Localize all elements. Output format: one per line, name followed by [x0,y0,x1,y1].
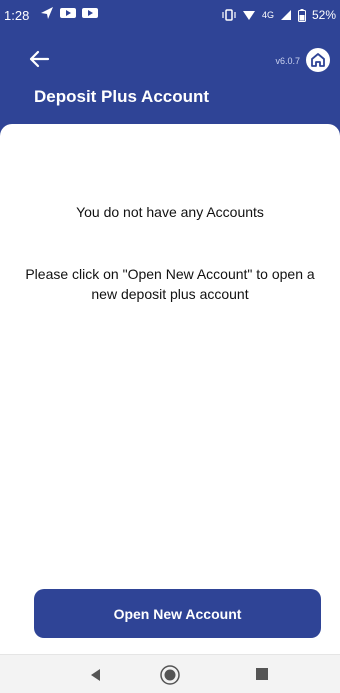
battery-percent: 52% [311,8,336,22]
empty-state-instruction: Please click on "Open New Account" to op… [25,266,315,302]
wifi-icon [242,9,256,21]
status-bar: 1:28 4G 52% [0,0,340,34]
content-card: You do not have any Accounts Please clic… [0,124,340,654]
triangle-back-icon[interactable] [88,667,104,683]
open-new-account-button[interactable]: Open New Account [34,589,321,638]
video-icon [60,7,76,19]
circle-home-icon[interactable] [159,664,181,686]
screen: 1:28 4G 52% v6.0.7 Deposit Plus Account … [0,0,340,693]
empty-state-title: You do not have any Accounts [76,204,264,220]
home-icon[interactable] [306,48,330,72]
status-time: 1:28 [4,8,30,23]
status-right: 4G 52% [222,8,336,22]
send-icon [40,6,54,20]
square-recent-icon[interactable] [255,667,269,681]
network-label: 4G [261,10,274,20]
android-nav-bar [0,654,340,693]
video-icon-2 [82,7,98,19]
arrow-left-icon[interactable] [28,48,50,70]
vibrate-icon [222,9,236,21]
battery-icon [297,8,306,22]
page-title: Deposit Plus Account [34,87,210,106]
status-left-icons [40,6,98,20]
app-version: v6.0.7 [275,56,300,66]
signal-icon [280,9,292,21]
